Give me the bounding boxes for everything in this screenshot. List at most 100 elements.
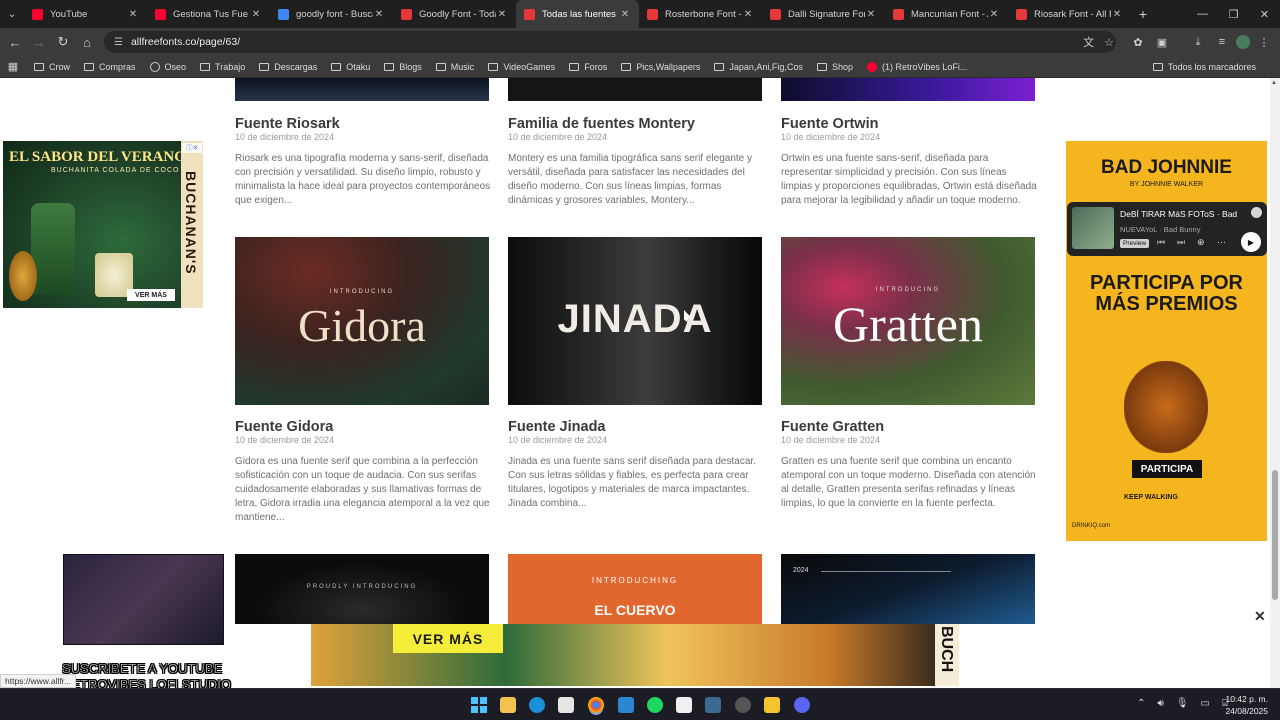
- extension-icon[interactable]: ✿: [1128, 32, 1148, 52]
- microphone-icon[interactable]: 🎙︎: [1176, 698, 1189, 709]
- discord-icon[interactable]: [794, 697, 810, 713]
- bookmark-item[interactable]: Oseo: [149, 61, 186, 72]
- add-icon[interactable]: ⊕: [1197, 237, 1205, 248]
- close-tab-icon[interactable]: ✕: [1111, 9, 1123, 20]
- browser-tab[interactable]: Gestiona Tus Fue ✕: [147, 0, 270, 28]
- browser-tab[interactable]: Todas las fuentes gra✕: [516, 0, 639, 28]
- bookmark-star-icon[interactable]: ☆: [1104, 36, 1114, 49]
- close-ad-icon[interactable]: ✕: [1254, 608, 1266, 625]
- ad-cta-button[interactable]: VER MÁS: [393, 624, 503, 653]
- browser-tab[interactable]: YouTube ✕: [24, 0, 147, 28]
- close-tab-icon[interactable]: ✕: [988, 9, 1000, 20]
- close-tab-icon[interactable]: ✕: [127, 9, 139, 20]
- card-image-gratten[interactable]: INTRODUCING Gratten: [781, 237, 1035, 405]
- bookmark-item[interactable]: Foros: [569, 62, 607, 72]
- store-icon[interactable]: [558, 697, 574, 713]
- browser-tab[interactable]: Rosterbone Font - All✕: [639, 0, 762, 28]
- play-icon[interactable]: ▶: [1241, 232, 1261, 252]
- tab-search-icon[interactable]: ⌄: [0, 0, 24, 28]
- left-ad-banner[interactable]: EL SABOR DEL VERANO BUCHANITA COLADA DE …: [3, 141, 203, 308]
- app-icon[interactable]: [618, 697, 634, 713]
- card-image-jinada[interactable]: JINADA: [508, 237, 762, 405]
- back-icon[interactable]: ←: [3, 30, 27, 54]
- reload-icon[interactable]: ↻: [51, 30, 75, 54]
- home-icon[interactable]: ⌂: [75, 30, 99, 54]
- address-bar[interactable]: ☰ allfreefonts.co/page/63/: [104, 31, 1116, 53]
- notes-icon[interactable]: [676, 697, 692, 713]
- display-icon[interactable]: ▭: [1201, 698, 1210, 709]
- next-track-icon[interactable]: ⏭: [1177, 237, 1185, 248]
- scroll-up-icon[interactable]: ▲: [1271, 80, 1277, 86]
- close-tab-icon[interactable]: ✕: [250, 9, 262, 20]
- bookmark-item[interactable]: Descargas: [259, 62, 317, 72]
- steam-icon[interactable]: [735, 697, 751, 713]
- bookmark-item[interactable]: Shop: [816, 62, 853, 72]
- browser-tab[interactable]: Dalli Signature Font ✕: [762, 0, 885, 28]
- card-image-riosark[interactable]: [235, 78, 489, 101]
- bottom-ad-banner[interactable]: VER MÁS BUCH: [311, 624, 959, 686]
- card-image-montery[interactable]: [508, 78, 762, 101]
- bookmark-item[interactable]: (1) RetroVibes LoFi...: [866, 61, 967, 72]
- bookmark-item[interactable]: Japan,Ani,Fig,Cos: [714, 62, 803, 72]
- translate-icon[interactable]: 文: [1083, 34, 1094, 50]
- chevron-up-icon[interactable]: ⌃: [1137, 698, 1145, 709]
- card-image-next-2[interactable]: INTRODUCHING EL CUERVO: [508, 554, 762, 624]
- clock[interactable]: 10:42 p. m. 24/08/2025: [1220, 693, 1268, 717]
- spotify-icon[interactable]: [647, 697, 663, 713]
- bookmark-item[interactable]: Crow: [34, 62, 70, 72]
- close-tab-icon[interactable]: ✕: [373, 9, 385, 20]
- card-image-ortwin[interactable]: [781, 78, 1035, 101]
- card-title[interactable]: Fuente Gratten: [781, 419, 884, 435]
- app-icon[interactable]: [705, 697, 721, 713]
- apps-grid-icon[interactable]: ▦: [0, 60, 26, 73]
- ad-choices-icon[interactable]: ⓘ✕: [182, 143, 202, 153]
- card-image-next-3[interactable]: 2024: [781, 554, 1035, 624]
- card-title[interactable]: Fuente Jinada: [508, 419, 606, 435]
- forward-icon[interactable]: →: [27, 30, 51, 54]
- right-ad-banner[interactable]: BAD JOHNNIE BY JOHNNIE WALKER PARTICIPA …: [1066, 141, 1267, 541]
- close-window-icon[interactable]: ✕: [1249, 0, 1280, 28]
- new-tab-button[interactable]: +: [1131, 6, 1155, 22]
- bookmark-item[interactable]: VideoGames: [488, 62, 555, 72]
- browser-tab[interactable]: Goodly Font - Todas ✕: [393, 0, 516, 28]
- download-icon[interactable]: ⤓: [1188, 32, 1208, 52]
- minimize-icon[interactable]: —: [1187, 0, 1218, 28]
- app-icon[interactable]: [764, 697, 780, 713]
- card-title[interactable]: Fuente Gidora: [235, 419, 333, 435]
- restore-icon[interactable]: ❐: [1218, 0, 1249, 28]
- previous-track-icon[interactable]: ⏮: [1157, 237, 1165, 248]
- menu-icon[interactable]: ⋮: [1254, 32, 1274, 52]
- start-icon[interactable]: [471, 697, 487, 713]
- all-bookmarks[interactable]: Todos los marcadores: [1152, 62, 1256, 72]
- close-tab-icon[interactable]: ✕: [619, 9, 631, 20]
- extensions-puzzle-icon[interactable]: ▣: [1152, 32, 1172, 52]
- scroll-thumb[interactable]: [1272, 470, 1278, 600]
- chrome-icon[interactable]: [588, 697, 604, 713]
- card-title[interactable]: Fuente Riosark: [235, 116, 340, 132]
- album-art[interactable]: [1072, 207, 1114, 249]
- browser-tab[interactable]: Mancunian Font - All✕: [885, 0, 1008, 28]
- media-control-icon[interactable]: ≡: [1212, 32, 1232, 52]
- bookmark-item[interactable]: Pics,Wallpapers: [621, 62, 700, 72]
- bookmark-item[interactable]: Blogs: [384, 62, 422, 72]
- card-title[interactable]: Fuente Ortwin: [781, 116, 878, 132]
- card-title[interactable]: Familia de fuentes Montery: [508, 116, 695, 132]
- video-thumbnail[interactable]: [63, 554, 224, 645]
- profile-avatar[interactable]: [1236, 35, 1250, 49]
- ad-cta-button[interactable]: PARTICIPA: [1132, 460, 1202, 478]
- edge-icon[interactable]: [529, 697, 545, 713]
- file-explorer-icon[interactable]: [500, 697, 516, 713]
- bookmark-item[interactable]: Otaku: [331, 62, 370, 72]
- bookmark-item[interactable]: Music: [435, 62, 474, 72]
- volume-icon[interactable]: 🔊︎: [1158, 698, 1164, 709]
- more-icon[interactable]: ⋯: [1217, 237, 1226, 248]
- browser-tab[interactable]: Riosark Font - All Fre✕: [1008, 0, 1131, 28]
- close-tab-icon[interactable]: ✕: [865, 9, 877, 20]
- bookmark-item[interactable]: Trabajo: [200, 62, 245, 72]
- close-tab-icon[interactable]: ✕: [742, 9, 754, 20]
- bookmark-item[interactable]: Compras: [84, 62, 136, 72]
- ad-cta-button[interactable]: VER MÁS: [127, 289, 175, 301]
- site-info-icon[interactable]: ☰: [114, 37, 123, 48]
- card-image-next-1[interactable]: PROUDLY INTRODUCING: [235, 554, 489, 624]
- card-image-gidora[interactable]: INTRODUCING Gidora: [235, 237, 489, 405]
